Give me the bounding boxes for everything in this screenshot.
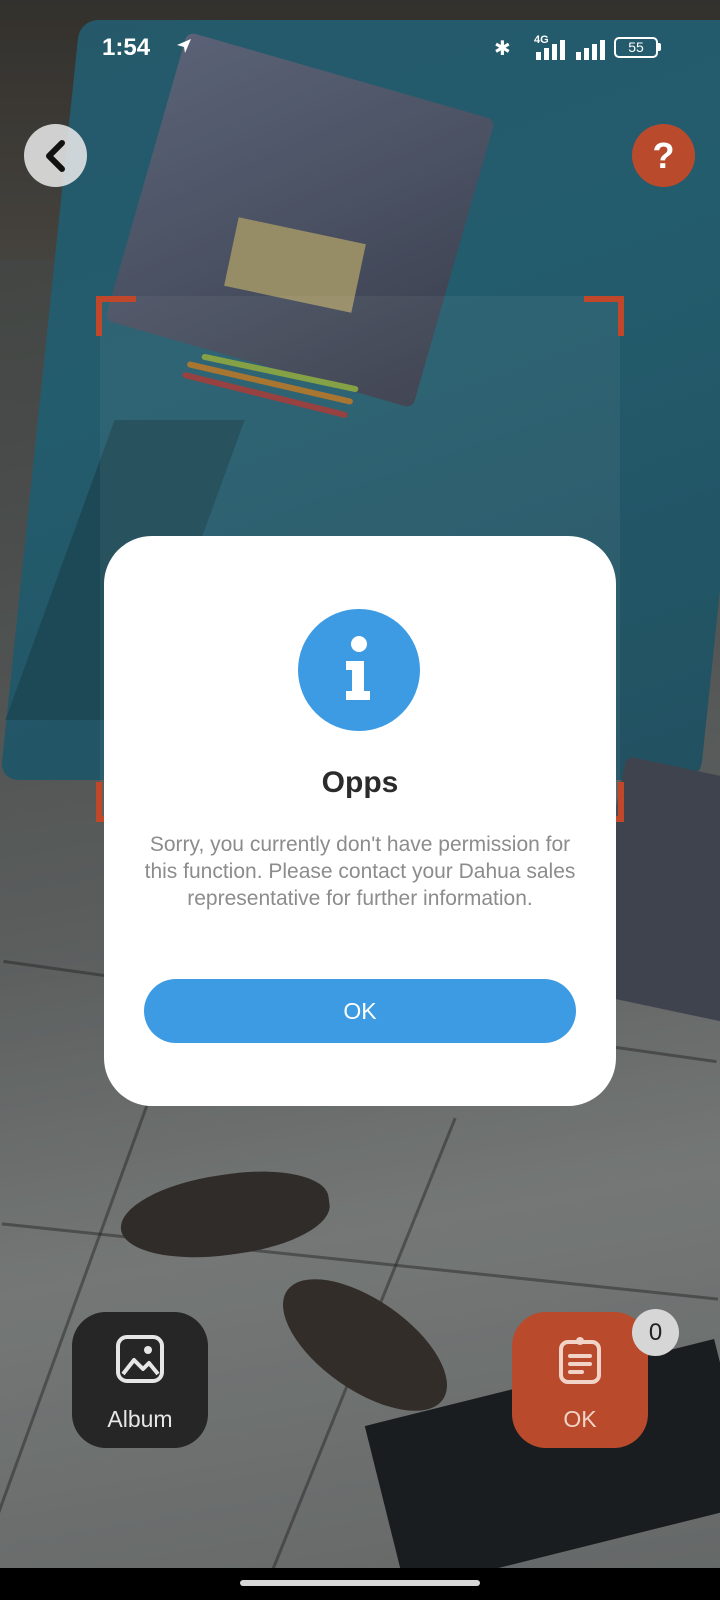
info-icon (298, 609, 420, 731)
signal-icon (536, 40, 565, 60)
bluetooth-icon: ✱ (494, 38, 511, 60)
back-button[interactable] (24, 124, 87, 187)
status-bar: 1:54 ✱ 4G 55 (0, 0, 720, 96)
status-time: 1:54 (102, 34, 151, 61)
signal-icon (576, 40, 605, 60)
permission-dialog: Opps Sorry, you currently don't have per… (104, 536, 616, 1106)
ok-label: OK (563, 1406, 597, 1432)
dialog-ok-button[interactable]: OK (144, 979, 576, 1043)
scan-frame-corner (96, 296, 136, 336)
dialog-message: Sorry, you currently don't have permissi… (144, 833, 576, 910)
home-indicator[interactable] (240, 1580, 480, 1586)
scan-frame-corner (584, 296, 624, 336)
image-icon (116, 1335, 164, 1383)
album-label: Album (107, 1406, 173, 1432)
ok-submit-button[interactable]: OK (512, 1312, 648, 1448)
navigation-arrow-icon (177, 39, 191, 53)
count-badge: 0 (632, 1309, 679, 1356)
album-button[interactable]: Album (72, 1312, 208, 1448)
help-button[interactable]: ? (632, 124, 695, 187)
chevron-left-icon (45, 139, 65, 172)
dialog-title: Opps (321, 766, 399, 799)
clipboard-icon (559, 1337, 601, 1384)
battery-icon: 55 (614, 37, 658, 58)
battery-tip (658, 43, 661, 51)
